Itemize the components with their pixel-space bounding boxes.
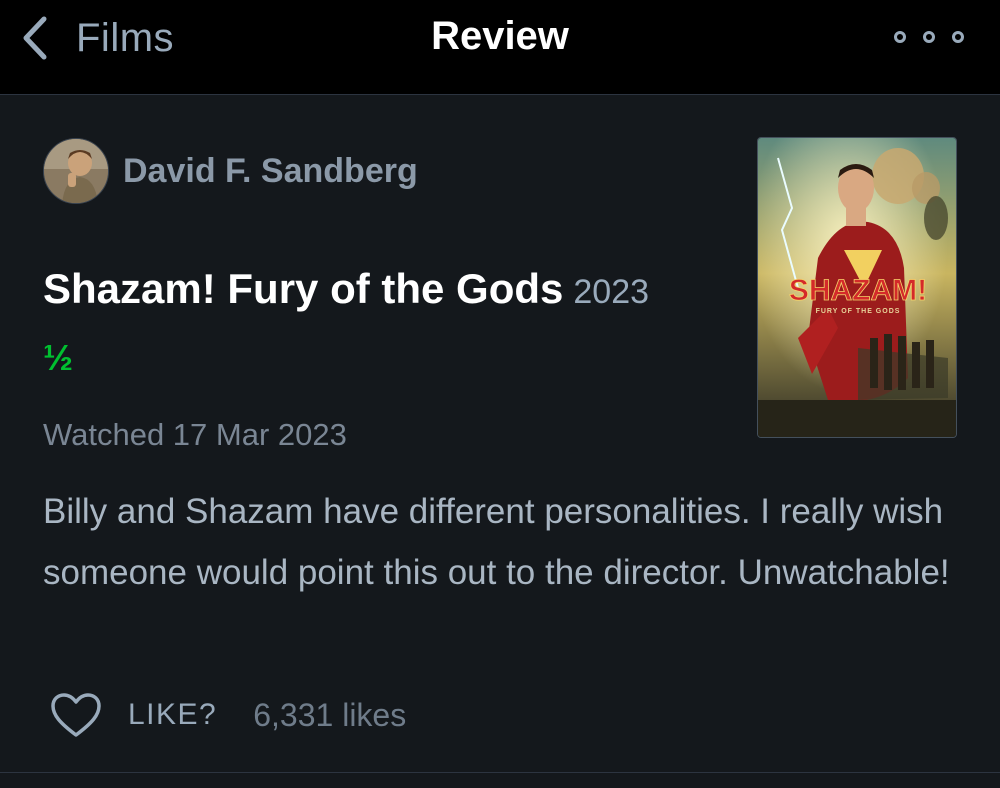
review-body: Billy and Shazam have different personal… bbox=[43, 492, 950, 592]
like-label: LIKE? bbox=[128, 698, 218, 731]
star-rating: ½ bbox=[43, 337, 74, 378]
watched-date: Watched 17 Mar 2023 bbox=[43, 417, 347, 452]
heart-icon bbox=[51, 693, 101, 737]
poster-logo: SHAZAM! bbox=[789, 274, 927, 307]
poster-image: SHAZAM! FURY OF THE GODS bbox=[758, 138, 956, 437]
avatar[interactable] bbox=[43, 138, 109, 204]
chevron-left-icon bbox=[23, 16, 47, 60]
reviewer-name[interactable]: David F. Sandberg bbox=[123, 152, 418, 191]
divider bbox=[0, 772, 1000, 773]
film-poster[interactable]: SHAZAM! FURY OF THE GODS bbox=[757, 137, 957, 438]
review-actions: LIKE? 6,331 likes bbox=[50, 690, 406, 740]
likes-count[interactable]: 6,331 likes bbox=[253, 697, 406, 734]
reviewer[interactable]: David F. Sandberg bbox=[43, 138, 418, 204]
poster-subtitle: FURY OF THE GODS bbox=[816, 308, 901, 315]
review-content: David F. Sandberg Shazam! Fury of the Go… bbox=[0, 95, 1000, 788]
back-label: Films bbox=[76, 15, 175, 60]
ellipsis-icon bbox=[894, 31, 964, 43]
navigation-bar: Films Review bbox=[0, 0, 1000, 95]
more-options-button[interactable] bbox=[894, 26, 964, 48]
back-button[interactable]: Films bbox=[20, 12, 174, 64]
film-heading: Shazam! Fury of the Gods 2023 bbox=[43, 265, 649, 313]
like-button[interactable]: LIKE? bbox=[50, 692, 217, 738]
film-year[interactable]: 2023 bbox=[573, 273, 649, 311]
film-title[interactable]: Shazam! Fury of the Gods bbox=[43, 265, 563, 312]
